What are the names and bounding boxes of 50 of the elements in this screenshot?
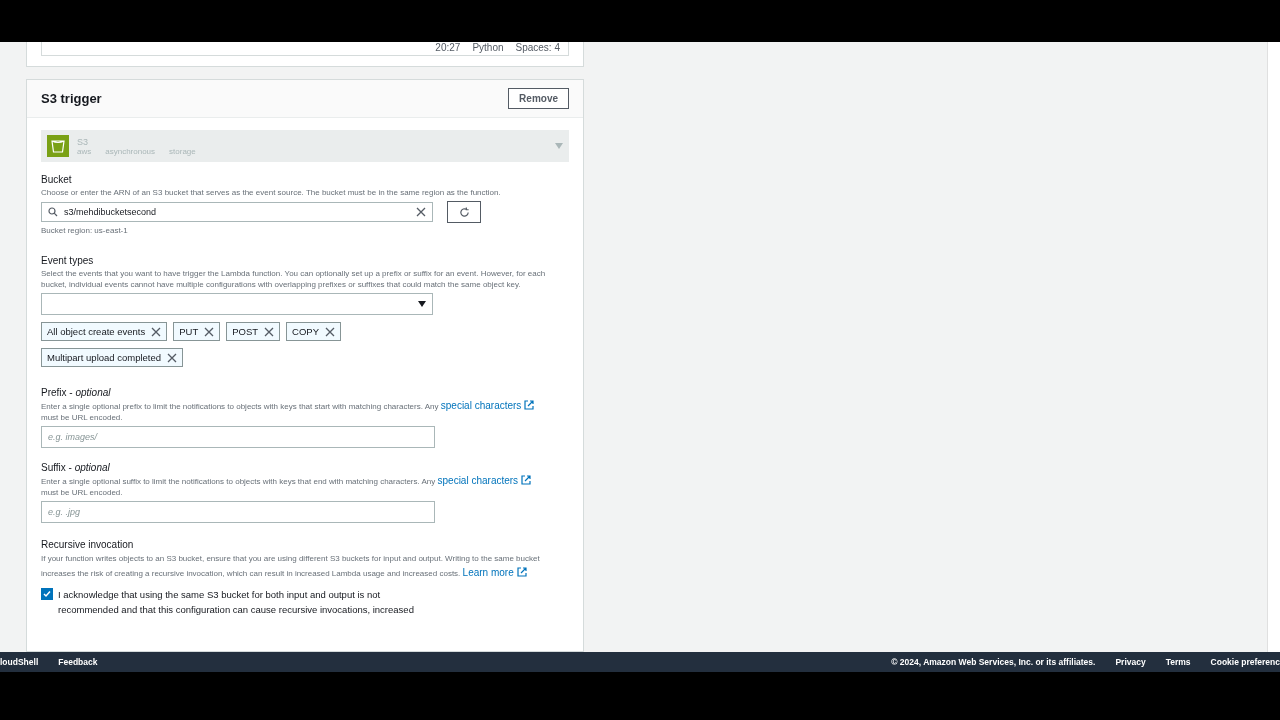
close-icon[interactable] (204, 326, 215, 337)
refresh-button[interactable] (447, 201, 481, 223)
remove-button[interactable]: Remove (508, 88, 569, 109)
refresh-icon (458, 206, 470, 218)
external-link-icon (521, 475, 532, 485)
close-icon[interactable] (325, 326, 336, 337)
footer-link[interactable]: Feedback (58, 657, 98, 667)
special-characters-link[interactable]: special characters (437, 475, 532, 486)
bucket-search-field[interactable]: s3/mehdibucketsecond (41, 202, 433, 222)
text-input[interactable]: e.g. images/ (41, 426, 435, 448)
footer-link[interactable]: Terms (1165, 657, 1191, 667)
field-label: Bucket (41, 174, 73, 185)
event-token: PUT (173, 322, 221, 341)
caret-icon (555, 143, 563, 149)
event-token: All object create events (41, 322, 168, 341)
copyright-text: © 2024, Amazon Web Services, Inc. or its affiliates. (891, 657, 1096, 667)
caret-icon (418, 301, 426, 307)
acknowledge-checkbox[interactable] (41, 588, 53, 600)
field-description: Select the events that you want to have trigger the Lambda function. You can optionally set up a prefix or suffix for an event. However, for each bucket, individual events cannot have multiple configurations with overlapping prefixes or suffixes that could match the same object key. (41, 268, 547, 290)
field-label: Recursive invocation (41, 539, 135, 550)
status-text: 20:27 (435, 42, 461, 53)
card-title: S3 trigger (41, 91, 102, 106)
bucket-region-text: Bucket region: us-east-1 (41, 226, 129, 235)
field-description: Enter a single optional prefix to limit the notifications to objects with keys that start with matching characters. Any special characters must be URL encoded. (41, 400, 569, 423)
field-label: Prefix - optional (41, 387, 112, 398)
checkbox-label: I acknowledge that using the same S3 bucket for both input and output is not recommended and that this configuration can cause recursive invocations, increased (58, 588, 415, 617)
special-characters-link[interactable]: special characters (440, 400, 535, 411)
search-icon (48, 207, 58, 217)
bucket-icon (47, 135, 69, 157)
external-link-icon (524, 400, 535, 410)
event-token: Multipart upload completed (41, 348, 184, 367)
close-icon[interactable] (264, 326, 275, 337)
close-icon[interactable] (151, 326, 162, 337)
event-token: POST (226, 322, 281, 341)
close-icon[interactable] (167, 352, 178, 363)
external-link-icon (516, 567, 527, 577)
field-description: If your function writes objects to an S3 bucket, ensure that you are using different S3 buckets for input and output. Writing to the same bucket increases the risk of creating a recursive invocation, which can result in increased Lambda usage and increased costs. Learn more (41, 553, 541, 580)
field-description: Enter a single optional suffix to limit the notifications to objects with keys that end with matching characters. Any special characters must be URL encoded. (41, 475, 569, 498)
footer-link[interactable]: Privacy (1115, 657, 1146, 667)
text-input[interactable]: e.g. .jpg (41, 501, 435, 523)
field-label: Event types (41, 255, 95, 266)
field-label: Suffix - optional (41, 462, 111, 473)
footer-link[interactable]: loudShell (0, 657, 39, 667)
status-text: Python (472, 42, 504, 53)
event-token: COPY (286, 322, 342, 341)
status-text: Spaces: 4 (515, 42, 560, 53)
field-description: Choose or enter the ARN of an S3 bucket that serves as the event source. The bucket must be in the same region as the function. (41, 187, 502, 198)
close-icon[interactable] (416, 207, 426, 217)
footer-link[interactable]: Cookie preferenc (1210, 657, 1280, 667)
learn-more-link[interactable]: Learn more (462, 567, 527, 578)
